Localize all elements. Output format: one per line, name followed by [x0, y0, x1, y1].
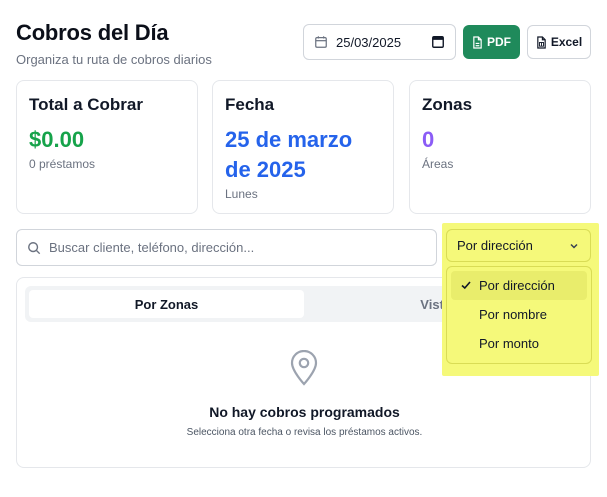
card-subtitle: 0 préstamos [29, 157, 96, 171]
option-label: Por dirección [479, 278, 555, 293]
option-label: Por nombre [479, 307, 547, 322]
total-card: Total a Cobrar $0.00 0 préstamos [16, 80, 198, 214]
pdf-label: PDF [487, 35, 511, 49]
card-value: 0 [422, 127, 435, 152]
calendar-icon [315, 36, 327, 48]
zones-card: Zonas 0 Áreas [409, 80, 591, 214]
card-title: Zonas [422, 95, 473, 114]
export-excel-button[interactable]: Excel [527, 25, 591, 59]
card-title: Fecha [225, 95, 275, 114]
excel-label: Excel [550, 35, 583, 49]
search-icon [28, 241, 41, 254]
map-pin-icon [290, 350, 318, 386]
spreadsheet-icon [537, 35, 546, 49]
page-header: Cobros del Día Organiza tu ruta de cobro… [16, 20, 212, 67]
card-title: Total a Cobrar [29, 95, 143, 114]
empty-state-subtitle: Selecciona otra fecha o revisa los prést… [186, 427, 423, 438]
card-value: $0.00 [29, 127, 85, 152]
sort-option-monto[interactable]: Por monto [451, 329, 587, 358]
document-icon [473, 35, 482, 49]
page-title: Cobros del Día [16, 20, 169, 45]
card-value: 25 de marzo de 2025 [225, 127, 353, 182]
sort-option-direccion[interactable]: Por dirección [451, 271, 587, 300]
chevron-down-icon [570, 243, 578, 249]
card-subtitle: Lunes [225, 187, 258, 201]
sort-dropdown-menu: Por dirección Por nombre Por monto [446, 266, 592, 364]
card-subtitle: Áreas [422, 157, 454, 171]
search-input[interactable] [49, 240, 426, 255]
date-value: 25/03/2025 [336, 34, 402, 50]
sort-select[interactable]: Por dirección [446, 229, 591, 262]
empty-state-title: No hay cobros programados [209, 404, 400, 420]
check-icon [461, 281, 471, 290]
page-subtitle: Organiza tu ruta de cobros diarios [16, 52, 212, 67]
export-pdf-button[interactable]: PDF [463, 25, 520, 59]
option-label: Por monto [479, 336, 539, 351]
sort-select-value: Por dirección [457, 238, 533, 253]
date-picker[interactable]: 25/03/2025 [303, 24, 456, 60]
search-box[interactable] [16, 229, 437, 266]
date-card: Fecha 25 de marzo de 2025 Lunes [212, 80, 394, 214]
sort-option-nombre[interactable]: Por nombre [451, 300, 587, 329]
tab-por-zonas[interactable]: Por Zonas [29, 290, 304, 318]
calendar-picker-icon[interactable] [431, 35, 445, 49]
